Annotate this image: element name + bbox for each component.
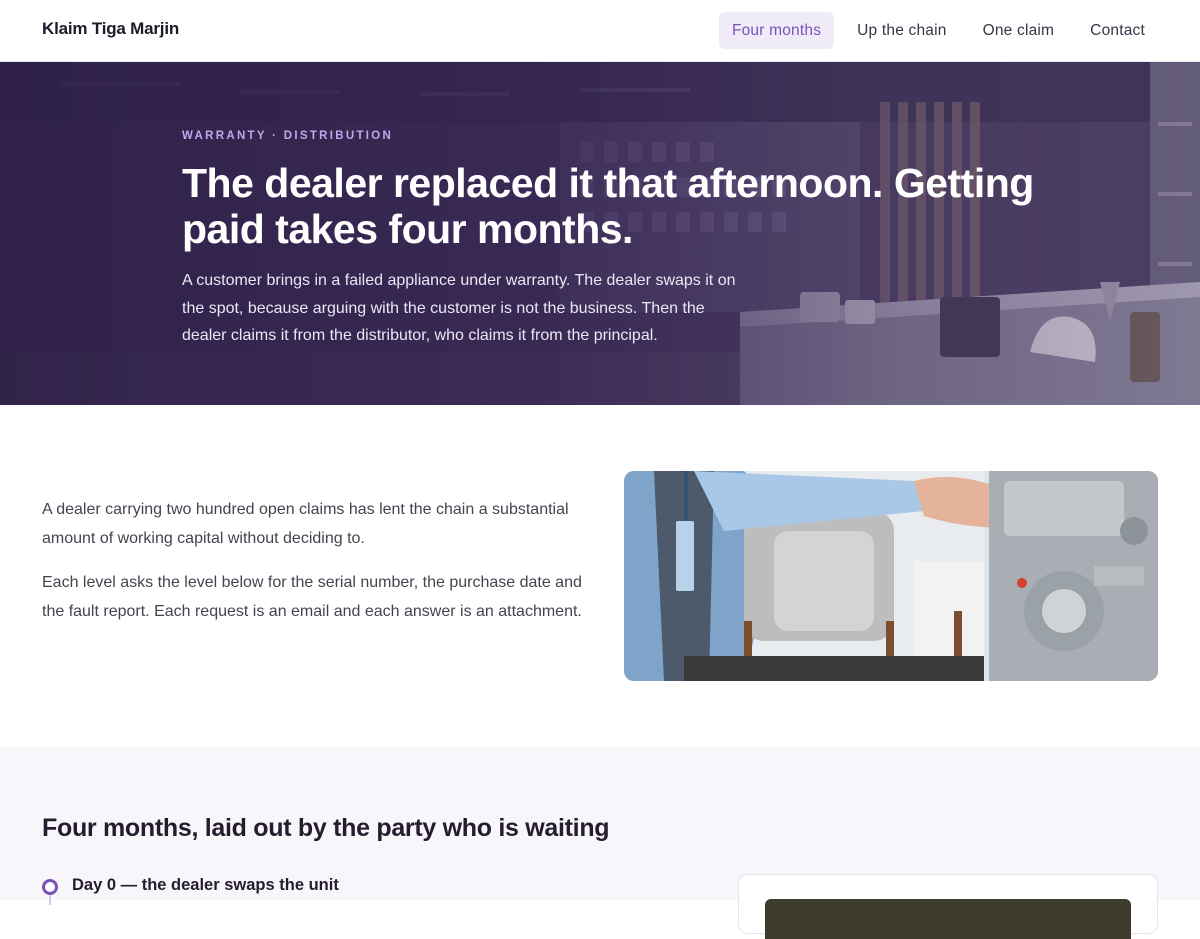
timeline-heading: Four months, laid out by the party who i…: [42, 814, 610, 842]
intro-text: A dealer carrying two hundred open claim…: [42, 496, 587, 642]
nav-link-one-claim[interactable]: One claim: [970, 12, 1068, 49]
top-nav: Klaim Tiga Marjin Four months Up the cha…: [0, 0, 1200, 62]
intro-paragraph-2: Each level asks the level below for the …: [42, 574, 582, 620]
timeline-connector: [49, 895, 51, 905]
appliance-inspection-photo: [624, 471, 1158, 681]
nav-link-up-the-chain[interactable]: Up the chain: [844, 12, 959, 49]
brand-logo[interactable]: Klaim Tiga Marjin: [42, 19, 179, 39]
timeline-card-image: [765, 899, 1131, 939]
timeline-item-title: Day 0 — the dealer swaps the unit: [72, 876, 339, 894]
intro-paragraph-1: A dealer carrying two hundred open claim…: [42, 501, 569, 547]
nav-links: Four months Up the chain One claim Conta…: [718, 12, 1158, 49]
photo-illustration: [624, 471, 1158, 681]
nav-link-contact[interactable]: Contact: [1077, 12, 1158, 49]
timeline-card: [738, 874, 1158, 939]
hero-lede: A customer brings in a failed appliance …: [182, 272, 736, 344]
nav-link-four-months[interactable]: Four months: [718, 12, 835, 49]
timeline-section: Four months, laid out by the party who i…: [0, 747, 1200, 939]
timeline-dot-icon: [42, 879, 58, 895]
hero-eyebrow: WARRANTY · DISTRIBUTION: [182, 130, 394, 142]
hero-title: The dealer replaced it that afternoon. G…: [182, 160, 1034, 252]
hero-section: WARRANTY · DISTRIBUTION The dealer repla…: [0, 62, 1200, 405]
